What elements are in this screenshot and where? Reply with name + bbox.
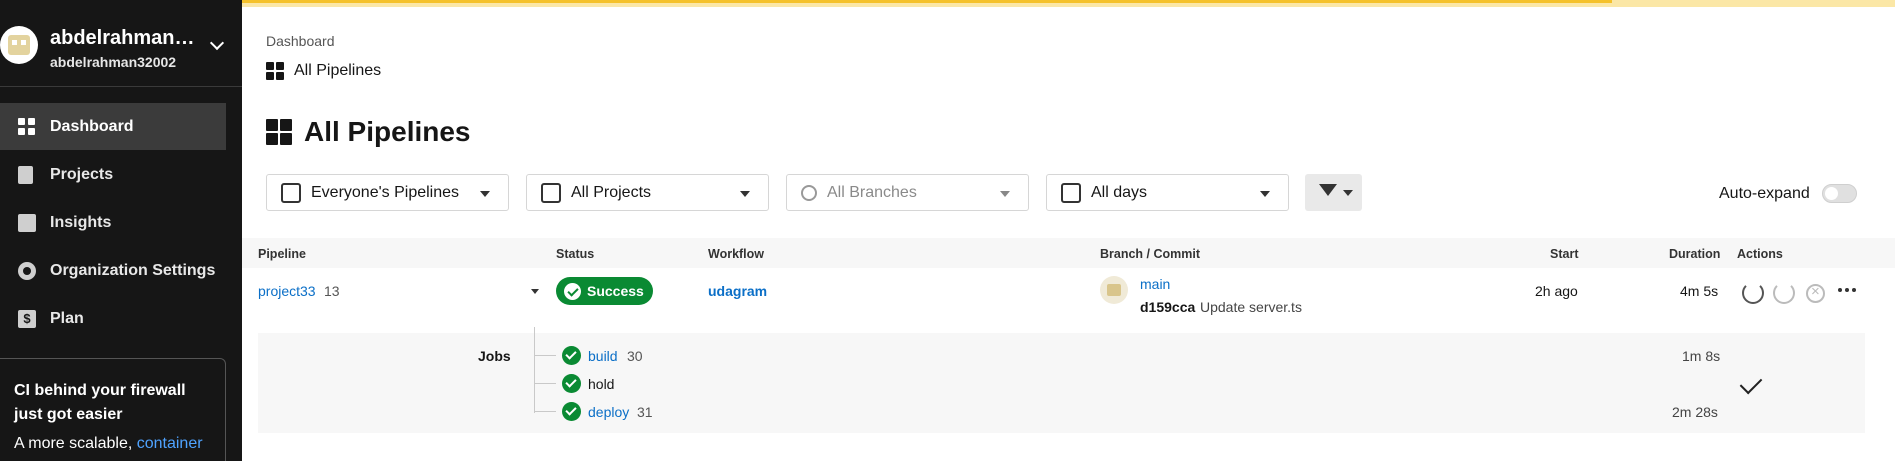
sidebar-item-insights[interactable]: Insights: [0, 199, 226, 246]
dashboard-icon: [266, 62, 284, 80]
promo-link[interactable]: container: [137, 435, 203, 452]
status-badge-label: Success: [587, 283, 644, 299]
projects-filter-value: All Projects: [571, 183, 652, 201]
chevron-down-icon[interactable]: [209, 35, 225, 51]
insights-icon: [18, 213, 36, 232]
jobs-label: Jobs: [478, 348, 511, 364]
promo-title: CI behind your firewall just got easier: [14, 382, 186, 423]
sidebar-item-label: Projects: [50, 165, 114, 183]
rerun-icon[interactable]: [1742, 282, 1764, 304]
branches-filter-value: All Branches: [827, 183, 917, 201]
pipeline-duration: 4m 5s: [1680, 283, 1719, 299]
advanced-filter-button[interactable]: [1305, 174, 1362, 211]
job-deploy-number: 31: [637, 404, 653, 420]
success-check-icon: [562, 346, 581, 365]
sidebar-item-label: Plan: [50, 309, 84, 327]
caret-down-icon: [1260, 191, 1270, 197]
job-deploy-link[interactable]: deploy: [588, 404, 629, 420]
job-hold-label: hold: [588, 376, 615, 392]
job-tree-branch: [534, 411, 556, 412]
branch-icon: [801, 184, 817, 201]
projects-icon: [18, 165, 33, 184]
sidebar: abdelrahman32002 abdelrahman32002 Dashbo…: [0, 0, 242, 461]
promo-text: A more scalable,: [14, 435, 133, 452]
expand-caret-icon[interactable]: [531, 289, 539, 294]
dollar-icon: $: [18, 309, 36, 328]
gear-icon: [18, 261, 36, 280]
check-icon: [564, 282, 581, 300]
caret-down-icon: [1343, 190, 1353, 196]
sidebar-item-dashboard[interactable]: Dashboard: [0, 103, 226, 150]
col-duration: Duration: [1669, 247, 1721, 261]
org-username: abdelrahman32002: [50, 54, 177, 70]
branches-filter[interactable]: All Branches: [786, 174, 1029, 211]
promo-description: A more scalable, container: [14, 435, 211, 453]
sidebar-item-label: Dashboard: [50, 117, 134, 135]
sidebar-item-label: Insights: [50, 213, 112, 231]
page-title: All Pipelines: [266, 116, 471, 148]
job-deploy-duration: 2m 28s: [1672, 404, 1718, 420]
org-name: abdelrahman32002: [50, 27, 205, 49]
success-check-icon: [562, 402, 581, 421]
breadcrumb-current: All Pipelines: [266, 62, 381, 80]
auto-expand-label: Auto-expand: [1719, 185, 1810, 202]
success-check-icon: [562, 374, 581, 393]
funnel-icon: [1319, 184, 1337, 196]
committer-avatar: [1100, 276, 1128, 304]
sidebar-item-plan[interactable]: $ Plan: [0, 295, 226, 342]
col-pipeline: Pipeline: [258, 247, 306, 261]
org-avatar: [0, 26, 38, 64]
commit-hash[interactable]: d159cca: [1140, 299, 1195, 315]
top-banner: [242, 0, 1895, 7]
col-actions: Actions: [1737, 247, 1783, 261]
breadcrumb-root[interactable]: Dashboard: [266, 33, 335, 49]
auto-expand-toggle[interactable]: [1822, 184, 1857, 203]
workflow-link[interactable]: udagram: [708, 283, 767, 299]
dashboard-icon: [18, 117, 36, 136]
dashboard-icon: [266, 119, 292, 145]
projects-filter[interactable]: All Projects: [526, 174, 769, 211]
pipeline-start: 2h ago: [1535, 283, 1578, 299]
pipeline-number: 13: [324, 283, 340, 299]
cancel-icon[interactable]: [1806, 283, 1825, 303]
caret-down-icon: [1000, 191, 1010, 197]
sidebar-item-label: Organization Settings: [50, 261, 216, 279]
caret-down-icon: [480, 191, 490, 197]
col-start: Start: [1550, 247, 1579, 261]
job-build-number: 30: [627, 348, 643, 364]
col-status: Status: [556, 247, 595, 261]
status-badge[interactable]: Success: [556, 277, 653, 305]
rerun-failed-icon[interactable]: [1773, 282, 1795, 304]
org-switcher[interactable]: abdelrahman32002 abdelrahman32002: [0, 0, 242, 87]
job-build-link[interactable]: build: [588, 348, 618, 364]
people-icon: [281, 182, 301, 203]
table-header: Pipeline Status Workflow Branch / Commit…: [242, 238, 1895, 268]
job-tree-branch: [534, 355, 556, 356]
calendar-icon: [1061, 182, 1081, 203]
branch-link[interactable]: main: [1140, 276, 1170, 292]
promo-card: CI behind your firewall just got easier …: [0, 358, 226, 461]
days-filter-value: All days: [1091, 183, 1148, 201]
more-actions-icon[interactable]: [1838, 288, 1856, 292]
sidebar-item-projects[interactable]: Projects: [0, 151, 226, 198]
col-branch-commit: Branch / Commit: [1100, 247, 1201, 261]
col-workflow: Workflow: [708, 247, 765, 261]
job-build-duration: 1m 8s: [1682, 348, 1721, 364]
days-filter[interactable]: All days: [1046, 174, 1289, 211]
pipelines-filter[interactable]: Everyone's Pipelines: [266, 174, 509, 211]
pipeline-project-link[interactable]: project33: [258, 283, 316, 299]
page-title-text: All Pipelines: [304, 116, 471, 147]
job-tree-branch: [534, 383, 556, 384]
sidebar-item-organization-settings[interactable]: Organization Settings: [0, 247, 226, 294]
breadcrumb-label: All Pipelines: [294, 62, 382, 79]
caret-down-icon: [740, 191, 750, 197]
pipelines-filter-value: Everyone's Pipelines: [311, 183, 460, 201]
job-tree-line: [534, 327, 535, 413]
book-icon: [541, 182, 561, 203]
commit-message: Update server.ts: [1200, 299, 1302, 315]
